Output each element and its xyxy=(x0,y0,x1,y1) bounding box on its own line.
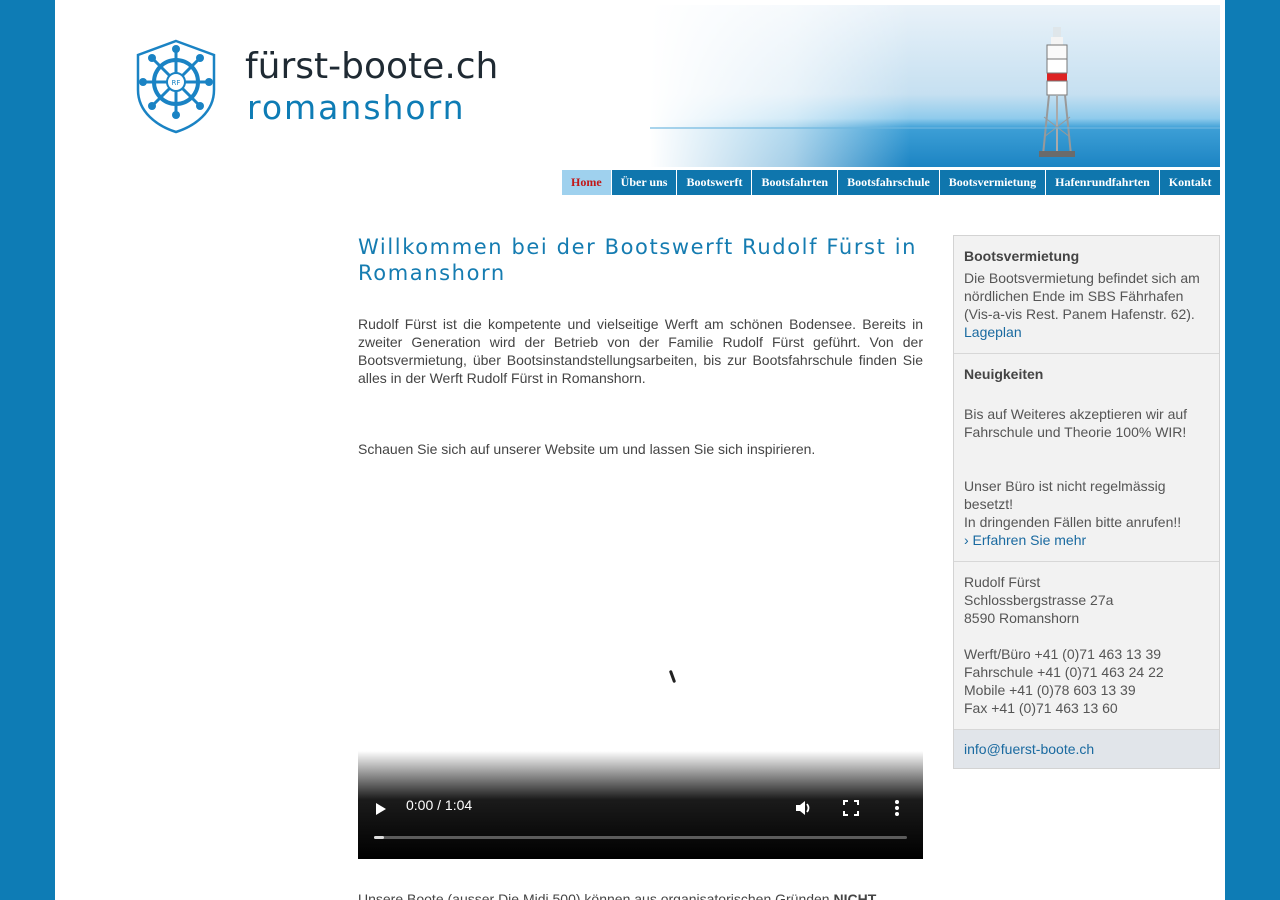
learn-more-link[interactable]: › Erfahren Sie mehr xyxy=(964,531,1209,549)
lageplan-link[interactable]: Lageplan xyxy=(964,323,1209,341)
nav-item-ueber-uns[interactable]: Über uns xyxy=(610,170,677,195)
nav-item-bootsvermietung[interactable]: Bootsvermietung xyxy=(938,170,1046,195)
sidebar-rental-box: Bootsvermietung Die Bootsvermietung befi… xyxy=(954,236,1219,354)
logo-text-domain[interactable]: fürst-boote.ch xyxy=(245,46,498,87)
contact-phone-werft: Werft/Büro +41 (0)71 463 13 39 xyxy=(964,646,1162,662)
sidebar-email-box: info@fuerst-boote.ch xyxy=(954,730,1219,768)
contact-city: 8590 Romanshorn xyxy=(964,610,1080,626)
nav-item-hafenrundfahrten[interactable]: Hafenrundfahrten xyxy=(1045,170,1159,195)
video-time: 0:00 / 1:04 xyxy=(406,797,473,813)
nav-item-bootsfahrschule[interactable]: Bootsfahrschule xyxy=(837,170,939,195)
nav-item-bootswerft[interactable]: Bootswerft xyxy=(676,170,752,195)
header-banner-image xyxy=(650,5,1220,167)
sidebar: Bootsvermietung Die Bootsvermietung befi… xyxy=(953,235,1220,769)
news-office-text: Unser Büro ist nicht regelmässig besetzt… xyxy=(964,478,1166,512)
video-progress-bar[interactable] xyxy=(374,836,907,839)
news-call-text: In dringenden Fällen bitte anrufen!! xyxy=(964,514,1182,530)
loading-spinner-icon xyxy=(668,669,677,684)
nav-item-kontakt[interactable]: Kontakt xyxy=(1158,170,1221,195)
main-content: Willkommen bei der Bootswerft Rudolf Für… xyxy=(358,234,923,458)
contact-phone-school: Fahrschule +41 (0)71 463 24 22 xyxy=(964,664,1164,680)
contact-street: Schlossbergstrasse 27a xyxy=(964,592,1114,608)
browse-paragraph: Schauen Sie sich auf unserer Website um … xyxy=(358,441,816,457)
nav-item-bootsfahrten[interactable]: Bootsfahrten xyxy=(751,170,838,195)
volume-icon[interactable] xyxy=(794,799,812,817)
sidebar-contact-box: Rudolf Fürst Schlossbergstrasse 27a 8590… xyxy=(954,562,1219,730)
main-nav: Home Über uns Bootswerft Bootsfahrten Bo… xyxy=(562,170,1221,195)
contact-fax: Fax +41 (0)71 463 13 60 xyxy=(964,700,1118,716)
lighthouse-icon xyxy=(650,27,1220,157)
contact-name: Rudolf Fürst xyxy=(964,574,1041,590)
ship-wheel-logo-icon[interactable]: RF xyxy=(135,38,217,134)
page: RF fürst-boote.ch romanshorn Home Über u… xyxy=(55,0,1225,900)
contact-mobile: Mobile +41 (0)78 603 13 39 xyxy=(964,682,1136,698)
video-progress-knob[interactable] xyxy=(374,836,384,839)
video-controls: 0:00 / 1:04 xyxy=(358,751,923,859)
rental-text: Die Bootsvermietung befindet sich am nör… xyxy=(964,270,1200,322)
play-icon[interactable] xyxy=(376,803,386,815)
fullscreen-icon[interactable] xyxy=(843,800,859,816)
news-wir-text: Bis auf Weiteres akzeptieren wir auf Fah… xyxy=(964,406,1188,440)
rental-heading: Bootsvermietung xyxy=(964,248,1080,264)
intro-paragraph: Rudolf Fürst ist die kompetente und viel… xyxy=(358,316,923,386)
nav-item-home[interactable]: Home xyxy=(562,170,611,195)
news-heading: Neuigkeiten xyxy=(964,366,1044,382)
logo-text-city[interactable]: romanshorn xyxy=(247,88,466,127)
more-options-icon[interactable] xyxy=(894,799,900,817)
video-player[interactable]: 0:00 / 1:04 xyxy=(358,466,923,859)
cut-off-paragraph: Unsere Boote (ausser Die Midi 500) könne… xyxy=(358,891,877,900)
page-title: Willkommen bei der Bootswerft Rudolf Für… xyxy=(358,235,918,285)
sidebar-news-box: Neuigkeiten Bis auf Weiteres akzeptieren… xyxy=(954,354,1219,562)
logo-badge-text: RF xyxy=(172,79,181,87)
email-link[interactable]: info@fuerst-boote.ch xyxy=(964,740,1209,758)
